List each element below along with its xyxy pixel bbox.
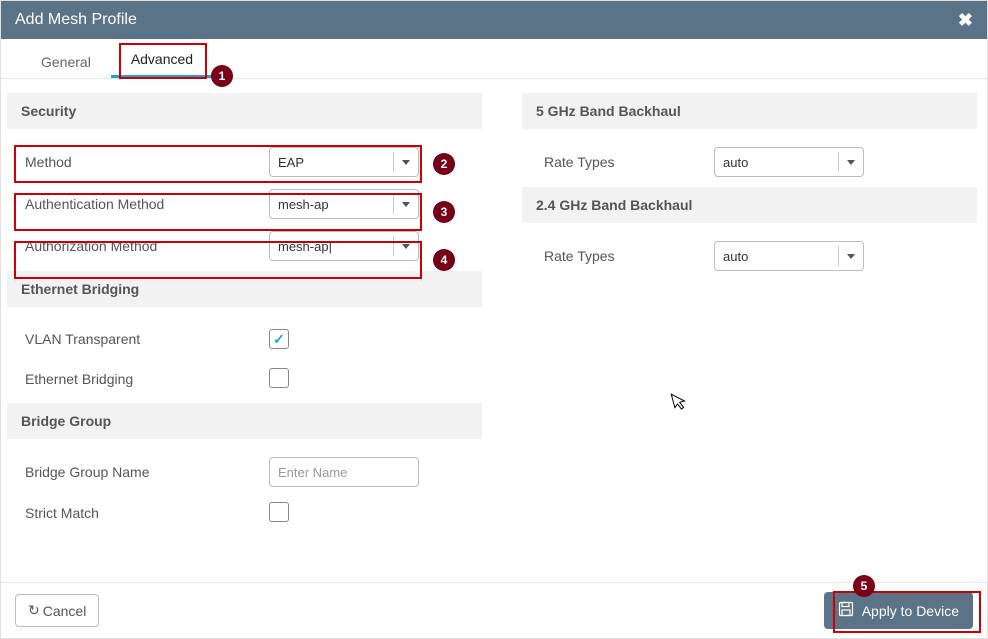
checkbox-vlan-transparent[interactable]: ✓ xyxy=(269,329,289,349)
modal-title: Add Mesh Profile xyxy=(15,11,137,29)
chevron-down-icon xyxy=(838,246,855,266)
row-24ghz-rate: Rate Types auto xyxy=(494,235,987,277)
row-bgn: Bridge Group Name xyxy=(1,451,494,493)
section-24ghz: 2.4 GHz Band Backhaul xyxy=(522,187,977,223)
select-24ghz-rate-value: auto xyxy=(723,249,748,264)
label-bgn: Bridge Group Name xyxy=(19,464,269,480)
row-5ghz-rate: Rate Types auto xyxy=(494,141,987,183)
select-24ghz-rate[interactable]: auto xyxy=(714,241,864,271)
undo-icon: ↻ xyxy=(28,602,40,619)
select-5ghz-rate[interactable]: auto xyxy=(714,147,864,177)
label-vlan-transparent: VLAN Transparent xyxy=(19,331,269,347)
label-auth-method: Authentication Method xyxy=(19,196,269,212)
chevron-down-icon xyxy=(393,194,410,214)
tab-general[interactable]: General xyxy=(21,44,111,78)
section-bridge-group: Bridge Group xyxy=(7,403,482,439)
chevron-down-icon xyxy=(393,152,410,172)
label-eth-bridging: Ethernet Bridging xyxy=(19,371,269,387)
label-authz-method: Authorization Method xyxy=(19,238,269,254)
select-method-value: EAP xyxy=(278,155,304,170)
row-method: Method EAP xyxy=(1,141,494,183)
checkbox-strict-match[interactable] xyxy=(269,502,289,522)
select-authz-method-value: mesh-ap| xyxy=(278,239,332,254)
row-auth-method: Authentication Method mesh-ap xyxy=(1,183,494,225)
input-bgn[interactable] xyxy=(269,457,419,487)
select-auth-method[interactable]: mesh-ap xyxy=(269,189,419,219)
row-vlan-transparent: VLAN Transparent ✓ xyxy=(1,319,494,359)
label-5ghz-rate: Rate Types xyxy=(524,154,714,170)
tabs-bar: General Advanced xyxy=(1,39,987,79)
row-eth-bridging: Ethernet Bridging xyxy=(1,359,494,399)
save-icon xyxy=(838,601,854,620)
label-strict-match: Strict Match xyxy=(19,505,269,521)
select-5ghz-rate-value: auto xyxy=(723,155,748,170)
section-eth-bridging: Ethernet Bridging xyxy=(7,271,482,307)
modal-body: Security Method EAP Authentication Metho… xyxy=(1,79,987,579)
chevron-down-icon xyxy=(393,236,410,256)
right-column: 5 GHz Band Backhaul Rate Types auto 2.4 … xyxy=(494,79,987,579)
row-authz-method: Authorization Method mesh-ap| xyxy=(1,225,494,267)
modal-header: Add Mesh Profile ✖ xyxy=(1,1,987,39)
label-24ghz-rate: Rate Types xyxy=(524,248,714,264)
chevron-down-icon xyxy=(838,152,855,172)
section-5ghz: 5 GHz Band Backhaul xyxy=(522,93,977,129)
close-icon[interactable]: ✖ xyxy=(958,10,973,31)
select-auth-method-value: mesh-ap xyxy=(278,197,329,212)
left-column: Security Method EAP Authentication Metho… xyxy=(1,79,494,579)
cancel-button[interactable]: ↻ Cancel xyxy=(15,594,99,627)
tab-advanced[interactable]: Advanced xyxy=(111,41,213,78)
select-authz-method[interactable]: mesh-ap| xyxy=(269,231,419,261)
cancel-button-label: Cancel xyxy=(43,603,87,619)
section-security: Security xyxy=(7,93,482,129)
checkbox-eth-bridging[interactable] xyxy=(269,368,289,388)
select-method[interactable]: EAP xyxy=(269,147,419,177)
modal-footer: ↻ Cancel Apply to Device xyxy=(1,582,987,638)
apply-button-label: Apply to Device xyxy=(862,603,959,619)
apply-button[interactable]: Apply to Device xyxy=(824,592,973,629)
row-strict-match: Strict Match xyxy=(1,493,494,533)
label-method: Method xyxy=(19,154,269,170)
